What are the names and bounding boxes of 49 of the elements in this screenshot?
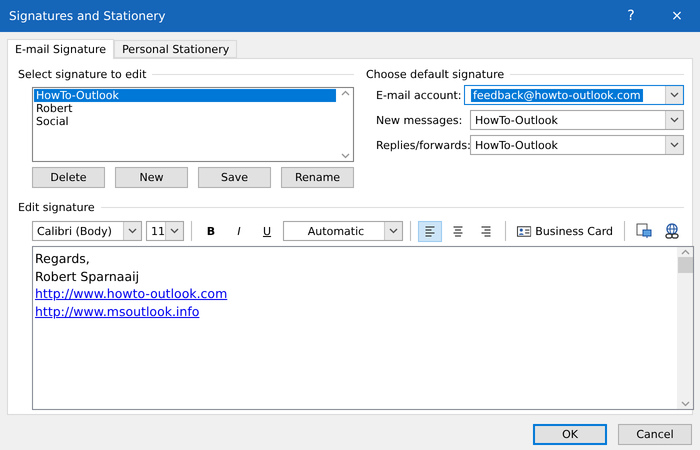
align-right-icon: [479, 226, 493, 236]
contact-card-icon: [517, 226, 532, 236]
business-card-button[interactable]: Business Card: [513, 220, 618, 242]
section-label: Edit signature: [18, 200, 95, 214]
signature-dropdown[interactable]: HowTo-Outlook: [470, 110, 684, 130]
signature-editor[interactable]: Regards, Robert Sparnaaij http://www.howto-outlook.com http://www.msoutlook.info: [32, 246, 694, 410]
size-dropdown[interactable]: 11: [146, 221, 184, 241]
signature-link[interactable]: http://www.msoutlook.info: [35, 302, 200, 320]
align-button[interactable]: [418, 220, 442, 242]
signature-text: Robert Sparnaaij: [35, 268, 140, 285]
signature-item[interactable]: Social: [34, 115, 336, 128]
underline-button[interactable]: U: [255, 220, 279, 242]
signature-list[interactable]: HowTo-Outlook Robert Social: [32, 87, 354, 162]
field-label: E-mail account:: [376, 88, 463, 102]
signature-button[interactable]: Rename: [281, 167, 354, 188]
picture-monitor-icon: [636, 223, 652, 239]
tab[interactable]: E-mail Signature: [7, 39, 114, 59]
align-left-icon: [423, 226, 437, 236]
dialog-button[interactable]: Cancel: [618, 424, 692, 445]
bold-button[interactable]: B: [199, 220, 223, 242]
align-center-icon: [451, 226, 465, 236]
color-dropdown[interactable]: Automatic: [283, 221, 403, 241]
italic-button[interactable]: I: [227, 220, 251, 242]
section-label: Choose default signature: [366, 68, 504, 80]
signature-item[interactable]: HowTo-Outlook: [34, 89, 336, 102]
dialog-button[interactable]: OK: [533, 424, 607, 445]
dropdown-value: feedback@howto-outlook.com: [471, 88, 643, 102]
signature-button[interactable]: Save: [198, 167, 271, 188]
signature-dropdown[interactable]: HowTo-Outlook: [470, 135, 684, 155]
dropdown-value: HowTo-Outlook: [474, 114, 559, 126]
globe-link-icon: [664, 223, 680, 239]
section-label: Select signature to edit: [18, 68, 146, 80]
signature-link[interactable]: http://www.howto-outlook.com: [35, 285, 228, 302]
font-dropdown[interactable]: Calibri (Body): [32, 221, 142, 241]
field-label: Replies/forwards:: [376, 138, 470, 152]
scroll-thumb[interactable]: [678, 257, 692, 273]
signature-text: Regards,: [35, 250, 90, 268]
signature-dropdown[interactable]: feedback@howto-outlook.com: [464, 85, 684, 105]
field-label: New messages:: [376, 114, 464, 126]
window-title: Signatures and Stationery: [9, 9, 166, 23]
signature-item[interactable]: Robert: [34, 102, 336, 115]
scroll-up-icon[interactable]: [340, 90, 350, 96]
help-button[interactable]: ?: [608, 0, 654, 32]
tab[interactable]: Personal Stationery: [114, 40, 238, 58]
signature-button[interactable]: Delete: [32, 167, 105, 188]
scroll-down-icon[interactable]: [340, 153, 350, 159]
close-button[interactable]: ×: [654, 0, 700, 32]
dropdown-value: HowTo-Outlook: [474, 138, 559, 152]
signature-button[interactable]: New: [115, 167, 188, 188]
